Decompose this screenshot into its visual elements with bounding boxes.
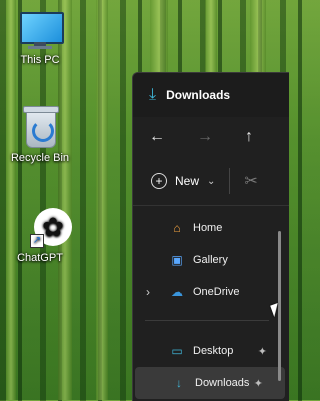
new-button[interactable]: + New ⌄ (151, 173, 215, 189)
explorer-titlebar[interactable]: ⤓ Downloads (133, 73, 289, 117)
toolbar-divider (229, 168, 231, 194)
desktop-icon-recycle-bin[interactable]: Recycle Bin (0, 106, 80, 164)
plus-icon: + (151, 173, 167, 189)
desktop-icon-this-pc[interactable]: This PC (0, 10, 80, 66)
nav-item-label: OneDrive (193, 286, 240, 298)
back-arrow-icon[interactable]: ← (149, 128, 165, 146)
chatgpt-icon: ✿ ↗ (16, 208, 72, 248)
download-icon: ⤓ (149, 86, 157, 103)
new-button-label: New (175, 174, 200, 188)
command-bar: + New ⌄ ✂ (133, 157, 289, 206)
desktop-icon-chatgpt[interactable]: ✿ ↗ ChatGPT (0, 208, 80, 264)
window-title: Downloads (166, 88, 231, 102)
nav-item-desktop[interactable]: ▭ Desktop ✦ (133, 335, 289, 367)
desktop-icon-label: ChatGPT (17, 252, 63, 264)
shortcut-arrow-icon: ↗ (30, 234, 44, 248)
this-pc-icon (16, 10, 64, 50)
wallpaper-bamboo-stalk (96, 0, 108, 400)
nav-item-gallery[interactable]: ▣ Gallery (133, 244, 289, 276)
recycle-bin-icon (16, 106, 64, 148)
desktop-icon-label: This PC (20, 54, 60, 66)
onedrive-icon: ☁ (171, 285, 183, 299)
cut-icon[interactable]: ✂ (244, 171, 257, 191)
desktop-icon-label: Recycle Bin (10, 152, 70, 164)
nav-item-onedrive[interactable]: › ☁ OneDrive (133, 276, 289, 308)
nav-item-label: Gallery (193, 254, 228, 266)
chevron-down-icon: ⌄ (207, 175, 216, 187)
forward-arrow-icon[interactable]: → (197, 128, 213, 146)
navigation-bar: ← → ↑ (133, 117, 289, 157)
expand-chevron-icon[interactable]: › (139, 285, 157, 299)
home-icon: ⌂ (173, 221, 181, 235)
nav-item-home[interactable]: ⌂ Home (133, 212, 289, 244)
desktop-icon: ▭ (171, 344, 183, 358)
nav-item-label: Home (193, 222, 223, 234)
up-arrow-icon[interactable]: ↑ (245, 128, 253, 146)
download-icon: ↓ (176, 376, 182, 390)
pin-icon[interactable]: ✦ (254, 377, 263, 390)
gallery-icon: ▣ (171, 253, 183, 267)
nav-item-label: Desktop (193, 345, 234, 357)
nav-divider (145, 320, 269, 321)
file-explorer-window: ⤓ Downloads ← → ↑ + New ⌄ ✂ ⌂ Home ▣ Gal… (132, 72, 289, 401)
nav-item-label: Downloads (195, 377, 250, 389)
nav-item-downloads[interactable]: ↓ Downloads ✦ (135, 367, 285, 399)
navigation-pane: ⌂ Home ▣ Gallery › ☁ OneDrive ▭ Desktop … (133, 206, 289, 399)
pin-icon[interactable]: ✦ (258, 345, 267, 358)
